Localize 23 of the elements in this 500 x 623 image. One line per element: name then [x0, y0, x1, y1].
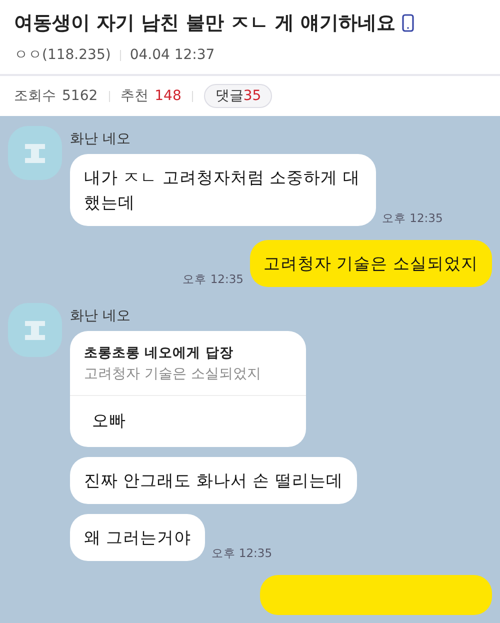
views-label: 조회수: [14, 87, 56, 105]
reply-target: 초롱초롱 네오에게 답장: [84, 344, 234, 363]
recommend-count: 148: [154, 88, 182, 104]
message-text: 오빠: [91, 410, 127, 432]
post-date: 04.04 12:37: [130, 47, 215, 63]
avatar-icon: [8, 303, 62, 357]
message-bubble: 왜 그러는거야: [70, 514, 206, 561]
sender-name: 화난 네오: [70, 130, 132, 148]
message-bubble: 진짜 안그래도 화나서 손 떨리는데: [70, 457, 357, 504]
message-time: 오후 12:35: [382, 211, 443, 226]
avatar-icon: [8, 126, 62, 180]
quoted-message: 고려청자 기술은 소실되었지: [84, 365, 262, 384]
comments-button[interactable]: 댓글35: [204, 84, 272, 108]
message-bubble: 내가 ㅈㄴ 고려청자처럼 소중하게 대했는데: [70, 154, 376, 226]
sender-name: 화난 네오: [70, 307, 132, 325]
recommend-label: 추천: [120, 87, 149, 105]
views-count: 5162: [62, 88, 98, 104]
phone-icon: [402, 14, 414, 32]
post-title: 여동생이 자기 남친 불만 ㅈㄴ 게 얘기하네요: [14, 11, 396, 36]
message-bubble: 고려청자 기술은 소실되었지: [250, 240, 492, 287]
message-time: 오후 12:35: [182, 272, 244, 287]
author-name: ㅇㅇ(118.235): [14, 46, 111, 64]
message-time: 오후 12:35: [211, 546, 272, 561]
